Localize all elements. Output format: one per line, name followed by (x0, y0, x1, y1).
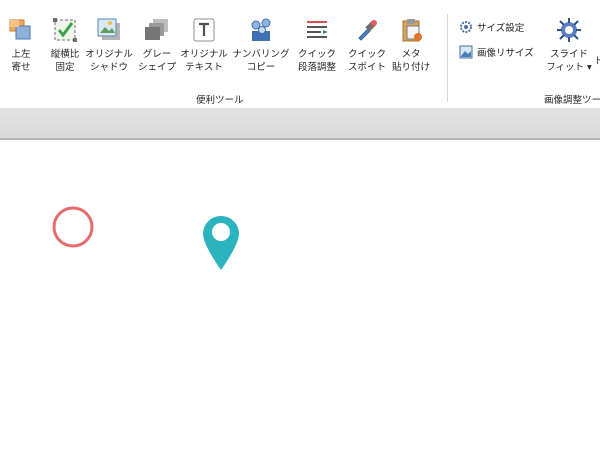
slide-canvas (0, 140, 600, 450)
tool-label-2: 固定 (55, 62, 75, 73)
group-label-convenience: 便利ツール (196, 95, 244, 106)
size-setting-label: サイズ設定 (477, 23, 525, 34)
eyedropper-icon (358, 20, 377, 41)
tool-label-1: 縦横比 (50, 49, 80, 60)
location-pin-shape[interactable] (200, 213, 242, 273)
group-divider (447, 14, 448, 102)
image-resize-label: 画像リサイズ (477, 48, 534, 59)
ribbon: 上左 寄せ 縦横比 固定 オリジナル シャドウ グレー シェイプ オリジナル テ… (0, 0, 600, 108)
slide-fit-button[interactable]: スライド フィット ▾ (546, 17, 592, 79)
numbering-copy-icon (251, 18, 271, 41)
tool-label-1: オリジナル (180, 49, 228, 60)
quick-eyedropper-button[interactable]: クイック スポイト (344, 17, 390, 79)
paragraph-adjust-icon (307, 21, 328, 38)
aspect-lock-button[interactable]: 縦横比 固定 (42, 17, 88, 79)
meta-paste-icon (402, 19, 422, 42)
tool-label-1: クイック (347, 49, 386, 60)
tool-label-2: コピー (246, 62, 276, 73)
text-box-icon (193, 18, 215, 42)
tool-label-2: テキスト (185, 62, 223, 73)
slide-fit-line2: フィット ▾ (546, 62, 592, 73)
gear-icon (460, 21, 472, 33)
tool-label-1: ナンバリング (232, 49, 290, 60)
quick-paragraph-button[interactable]: クイック 段落調整 (294, 17, 340, 79)
top-left-align-icon (9, 19, 31, 40)
ribbon-bottom-band (0, 108, 600, 138)
meta-paste-button[interactable]: メタ 貼り付け (388, 17, 434, 79)
image-resize-button[interactable]: 画像リサイズ (459, 44, 534, 60)
original-shadow-button[interactable]: オリジナル シャドウ (85, 17, 133, 79)
tool-label-2: 寄せ (11, 62, 31, 73)
image-resize-icon (459, 45, 473, 59)
size-setting-button[interactable]: サイズ設定 (459, 19, 524, 35)
tool-label-1: オリジナル (85, 49, 133, 60)
tool-label-1: グレー (142, 49, 172, 60)
group-label-image: 画像調整ツール (544, 95, 600, 106)
slide-fit-icon (557, 18, 581, 42)
numbering-copy-button[interactable]: ナンバリング コピー (233, 17, 290, 79)
aspect-lock-icon (53, 18, 77, 42)
tool-label-2: 貼り付け (391, 62, 430, 73)
gray-shape-button[interactable]: グレー シェイプ (134, 17, 180, 79)
slide-fit-line1: スライド (549, 49, 588, 60)
tool-label-2: 段落調整 (297, 62, 336, 73)
tool-label-2: シェイプ (137, 62, 176, 73)
original-text-button[interactable]: オリジナル テキスト (180, 17, 228, 79)
shadow-image-icon (97, 18, 120, 40)
circle-shape[interactable] (50, 204, 96, 250)
tool-label-1: クイック (297, 49, 336, 60)
tool-label-1: メタ (401, 49, 421, 60)
partial-tool-label: ト (594, 56, 600, 67)
gray-shape-icon (145, 19, 168, 40)
tool-label-1: 上左 (11, 49, 31, 60)
top-left-align-button[interactable]: 上左 寄せ (0, 17, 44, 79)
tool-label-2: シャドウ (90, 62, 129, 73)
tool-label-2: スポイト (347, 62, 386, 73)
